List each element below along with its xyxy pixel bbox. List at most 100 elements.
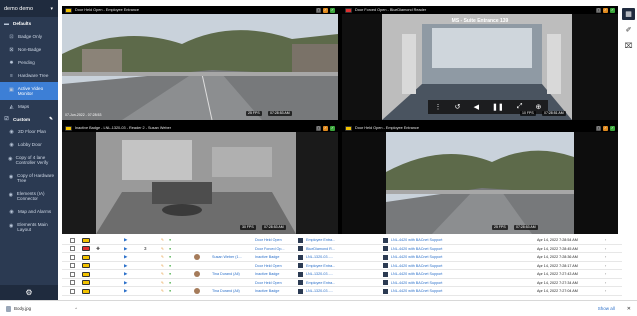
step-back-icon[interactable]: ◀ xyxy=(474,103,479,111)
camera-feed[interactable]: 25 FPS 07:28:53 AM xyxy=(342,132,618,234)
table-row[interactable]: ▶ ✎ ● Door Held Open Employee Entra... LNL-44… xyxy=(62,236,622,245)
bookmark-button[interactable]: ⌧ xyxy=(622,40,635,52)
video-icon[interactable]: ▶ xyxy=(124,236,127,245)
sidebar-item-non-badge[interactable]: ⊠ Non-Badge xyxy=(0,43,58,56)
expand-icon[interactable]: ▢ xyxy=(316,7,321,13)
event-type[interactable]: Door Held Open xyxy=(255,236,282,245)
acknowledge-icon[interactable]: ✎ xyxy=(161,270,164,279)
camera-tile[interactable]: Door Held Open - Employee Entrance ▢ ✓ ✓… xyxy=(342,124,618,234)
sidebar-item-pending[interactable]: ✹ Pending xyxy=(0,56,58,69)
settings-button[interactable]: ⚙ xyxy=(0,285,58,300)
reader-name[interactable]: LNL-1320-03 -... xyxy=(306,270,333,279)
row-checkbox[interactable] xyxy=(70,263,75,269)
acknowledge-icon[interactable]: ✓ xyxy=(603,7,608,13)
event-type[interactable]: Inactive Badge xyxy=(255,270,279,279)
download-item[interactable]: Body.jpg xyxy=(6,305,31,312)
event-type[interactable]: Inactive Badge xyxy=(255,253,279,262)
panel-name[interactable]: LNL-4420 with BACnet Support xyxy=(391,245,442,254)
more-icon[interactable]: ⋮ xyxy=(435,103,442,111)
table-row[interactable]: ▶ ✎ ● Tina Durand (All) Inactive Badge LNL-13… xyxy=(62,270,622,279)
replay-icon[interactable]: ↺ xyxy=(455,103,461,111)
person-name[interactable]: Tina Durand (All) xyxy=(212,270,240,279)
reader-name[interactable]: LNL-1320-03 -... xyxy=(306,287,333,296)
video-icon[interactable]: ▶ xyxy=(124,245,127,254)
chevron-right-icon[interactable]: › xyxy=(605,279,606,288)
expand-icon[interactable]: ▢ xyxy=(316,125,321,131)
acknowledge-icon[interactable]: ✎ xyxy=(161,279,164,288)
acknowledge-icon[interactable]: ✎ xyxy=(161,236,164,245)
camera-feed[interactable]: 30 FPS 07:28:53 AM xyxy=(62,132,338,234)
event-type[interactable]: Door Held Open xyxy=(255,262,282,271)
sidebar-item-map-and-alarms[interactable]: ◉ Map and Alarms xyxy=(0,205,58,218)
video-icon[interactable]: ▶ xyxy=(124,262,127,271)
chevron-up-icon[interactable]: ^ xyxy=(75,306,77,311)
pencil-icon[interactable]: ✎ xyxy=(49,116,53,122)
sidebar-item-copy-hardware-tree[interactable]: ◉ Copy of Hardware Tree xyxy=(0,169,58,187)
sidebar-item-elements-main-layout[interactable]: ◉ Elements Main Layout xyxy=(0,218,58,236)
table-row[interactable]: ▶ ✎ ● Tina Durand (All) Inactive Badge LNL-13… xyxy=(62,287,622,296)
chevron-down-icon[interactable]: ▾ xyxy=(50,6,53,12)
video-icon[interactable]: ▶ xyxy=(124,279,127,288)
sidebar-section-defaults[interactable]: ▬ Defaults xyxy=(0,17,58,30)
acknowledge-icon[interactable]: ✎ xyxy=(161,245,164,254)
panel-name[interactable]: LNL-4420 with BACnet Support xyxy=(391,270,442,279)
expand-icon[interactable]: ▢ xyxy=(596,125,601,131)
sidebar-section-custom[interactable]: ☑ Custom ✎ xyxy=(0,113,58,125)
reader-name[interactable]: BlueDiamond R... xyxy=(306,245,335,254)
video-icon[interactable]: ▶ xyxy=(124,287,127,296)
sidebar-item-elements-connector[interactable]: ◉ Elements (IA) Connector xyxy=(0,187,58,205)
reader-name[interactable]: Employee Entra... xyxy=(306,236,335,245)
person-name[interactable]: Tina Durand (All) xyxy=(212,287,240,296)
show-all-link[interactable]: Show all xyxy=(598,306,615,311)
camera-tile[interactable]: Inactive Badge - LNL-1320-03 - Reader 2 … xyxy=(62,124,338,234)
approve-icon[interactable]: ✓ xyxy=(610,7,615,13)
row-checkbox[interactable] xyxy=(70,280,75,286)
acknowledge-icon[interactable]: ✓ xyxy=(603,125,608,131)
chevron-right-icon[interactable]: › xyxy=(605,253,606,262)
chevron-right-icon[interactable]: › xyxy=(605,262,606,271)
grid-layout-button[interactable]: ▦ xyxy=(622,8,635,20)
acknowledge-icon[interactable]: ✓ xyxy=(323,125,328,131)
fullscreen-icon[interactable]: ⤢ xyxy=(517,103,523,111)
sidebar-item-lobby-door[interactable]: ◉ Lobby Door xyxy=(0,138,58,151)
account-switcher[interactable]: demo demo ▾ xyxy=(0,0,58,17)
reader-name[interactable]: Employee Entra... xyxy=(306,279,335,288)
panel-name[interactable]: LNL-4420 with BACnet Support xyxy=(391,279,442,288)
approve-icon[interactable]: ✓ xyxy=(610,125,615,131)
sidebar-item-copy-4-lane[interactable]: ◉ Copy of 4 lane Controller Verify xyxy=(0,151,58,169)
acknowledge-icon[interactable]: ✎ xyxy=(161,253,164,262)
sidebar-item-badge-only[interactable]: ⊡ Badge Only xyxy=(0,30,58,43)
table-row[interactable]: ▶ ✎ ● Susan Weber (1... Inactive Badge LNL-13… xyxy=(62,253,622,262)
sidebar-item-maps[interactable]: ◭ Maps xyxy=(0,100,58,113)
table-row[interactable]: ▶ ✎ ● Door Held Open Employee Entra... LNL-44… xyxy=(62,279,622,288)
table-row[interactable]: ❖ ▶ 3 ✎ ● Door Forced Op... BlueDiamond R... LN… xyxy=(62,245,622,254)
acknowledge-icon[interactable]: ✎ xyxy=(161,262,164,271)
chevron-right-icon[interactable]: › xyxy=(605,270,606,279)
chevron-right-icon[interactable]: › xyxy=(605,236,606,245)
event-type[interactable]: Door Forced Op... xyxy=(255,245,285,254)
brush-button[interactable]: ✐ xyxy=(622,24,635,36)
zoom-icon[interactable]: ⊕ xyxy=(536,103,542,111)
pause-icon[interactable]: ❚❚ xyxy=(492,103,504,111)
row-checkbox[interactable] xyxy=(70,254,75,260)
row-checkbox[interactable] xyxy=(70,246,75,252)
row-checkbox[interactable] xyxy=(70,237,75,243)
row-checkbox[interactable] xyxy=(70,288,75,294)
acknowledge-icon[interactable]: ✓ xyxy=(323,7,328,13)
approve-icon[interactable]: ✓ xyxy=(330,125,335,131)
reader-name[interactable]: LNL-1320-03 -... xyxy=(306,253,333,262)
sidebar-item-2d-floor-plan[interactable]: ◉ 2D Floor Plan xyxy=(0,125,58,138)
sidebar-item-hardware-tree[interactable]: ≡ Hardware Tree xyxy=(0,69,58,82)
camera-feed[interactable]: 07-Jun-2022 - 07:28:53 25 FPS 07:28:53 A… xyxy=(62,14,338,120)
chevron-right-icon[interactable]: › xyxy=(605,245,606,254)
video-icon[interactable]: ▶ xyxy=(124,270,127,279)
person-name[interactable]: Susan Weber (1... xyxy=(212,253,242,262)
panel-name[interactable]: LNL-4420 with BACnet Support xyxy=(391,262,442,271)
panel-name[interactable]: LNL-4420 with BACnet Support xyxy=(391,287,442,296)
video-icon[interactable]: ▶ xyxy=(124,253,127,262)
acknowledge-icon[interactable]: ✎ xyxy=(161,287,164,296)
reader-name[interactable]: Employee Entra... xyxy=(306,262,335,271)
panel-name[interactable]: LNL-4420 with BACnet Support xyxy=(391,253,442,262)
panel-name[interactable]: LNL-4420 with BACnet Support xyxy=(391,236,442,245)
sidebar-item-active-video-monitor[interactable]: ▣ Active Video Monitor xyxy=(0,82,58,100)
